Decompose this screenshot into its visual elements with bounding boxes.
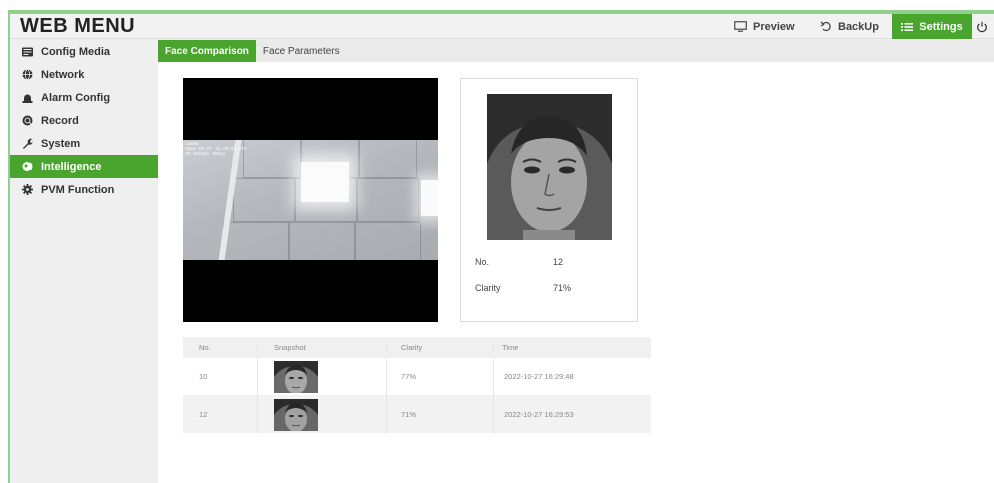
sidebar-item-label: Intelligence — [41, 160, 102, 173]
sidebar-item-pvm-function[interactable]: PVM Function — [10, 178, 158, 201]
sidebar-item-label: PVM Function — [41, 183, 115, 196]
capture-number-label: No. — [475, 257, 490, 267]
capture-clarity-value: 71% — [553, 283, 572, 293]
ceiling-tile — [355, 222, 421, 260]
tab-face-comparison[interactable]: Face Comparison — [158, 40, 256, 62]
row-clarity: 77% — [401, 372, 417, 381]
backup-label: BackUp — [838, 20, 879, 33]
sidebar-item-label: Alarm Config — [41, 91, 111, 104]
list-icon — [901, 22, 914, 31]
undo-icon — [820, 21, 831, 32]
row-number: 12 — [199, 410, 208, 419]
ceiling-tile — [357, 178, 419, 222]
power-button[interactable] — [976, 14, 994, 39]
config-media-icon — [22, 47, 33, 56]
column-header-clarity: Clarity — [401, 342, 423, 352]
app-title: WEB MENU — [20, 15, 136, 37]
row-time: 2022-10-27 16:29:48 — [493, 357, 651, 396]
table-header: No. Snapshot Clarity Time — [183, 337, 651, 357]
video-osd: Cam00 2022-10-27 16:29:51 Thr 70.93kbps … — [185, 142, 247, 157]
settings-label: Settings — [919, 20, 963, 33]
tab-face-parameters[interactable]: Face Parameters — [256, 40, 347, 62]
table-row[interactable]: 10 77% 2022-10-27 16:29:48 — [183, 357, 651, 396]
main-content: Face Comparison Face Parameters Cam00 20… — [158, 40, 994, 483]
column-header-time: Time — [493, 342, 651, 352]
osd-bitrate: 70.93kbps 30fps — [185, 152, 226, 157]
ceiling-light — [301, 162, 349, 202]
sidebar-item-alarm-config[interactable]: Alarm Config — [10, 86, 158, 109]
snapshot-thumbnail[interactable] — [274, 360, 318, 393]
capture-panel: No. 12 Clarity 71% — [460, 78, 638, 322]
ceiling-light — [421, 180, 438, 216]
gear-icon — [22, 184, 33, 195]
row-clarity: 71% — [401, 410, 417, 419]
sidebar-item-intelligence[interactable]: Intelligence — [10, 155, 158, 178]
record-icon — [22, 115, 33, 126]
camera-scene: Cam00 2022-10-27 16:29:51 Thr 70.93kbps … — [183, 140, 438, 260]
sidebar-item-record[interactable]: Record — [10, 109, 158, 132]
sidebar-item-network[interactable]: Network — [10, 63, 158, 86]
live-video-view: Cam00 2022-10-27 16:29:51 Thr 70.93kbps … — [183, 78, 438, 322]
ceiling-tile — [243, 140, 301, 178]
app-window: WEB MENU Preview BackUp Settings Config … — [8, 10, 994, 483]
network-icon — [22, 69, 33, 80]
ceiling-tile — [233, 178, 295, 222]
power-icon — [977, 21, 987, 32]
row-time: 2022-10-27 16:29:53 — [493, 395, 651, 434]
capture-clarity-row: Clarity 71% — [475, 283, 571, 293]
sidebar-item-label: System — [41, 137, 81, 150]
capture-clarity-label: Clarity — [475, 283, 501, 293]
column-header-no: No. — [199, 342, 211, 352]
preview-label: Preview — [753, 20, 795, 33]
sidebar-item-label: Network — [41, 68, 85, 81]
snapshot-thumbnail[interactable] — [274, 398, 318, 431]
preview-button[interactable]: Preview — [734, 14, 795, 39]
column-header-snapshot: Snapshot — [257, 342, 387, 352]
intelligence-icon — [22, 162, 33, 171]
sidebar-item-system[interactable]: System — [10, 132, 158, 155]
tab-bar: Face Comparison Face Parameters — [158, 40, 994, 62]
captured-face-image — [487, 94, 612, 240]
alarm-icon — [22, 94, 33, 103]
capture-number-row: No. 12 — [475, 257, 563, 267]
sidebar-item-label: Record — [41, 114, 79, 127]
ceiling-tile — [359, 140, 417, 178]
top-bar: WEB MENU Preview BackUp Settings — [10, 14, 994, 39]
sidebar-item-config-media[interactable]: Config Media — [10, 40, 158, 63]
backup-button[interactable]: BackUp — [820, 14, 879, 39]
results-table: No. Snapshot Clarity Time 10 77% 2022-10… — [183, 337, 651, 434]
ceiling-tile — [289, 222, 355, 260]
sidebar-item-label: Config Media — [41, 45, 111, 58]
capture-number-value: 12 — [553, 257, 564, 267]
ceiling-tile — [223, 222, 289, 260]
row-snapshot — [257, 357, 387, 396]
row-number: 10 — [199, 372, 208, 381]
monitor-icon — [734, 21, 747, 32]
row-snapshot — [257, 395, 387, 434]
settings-button[interactable]: Settings — [892, 14, 972, 39]
sidebar: Config Media Network Alarm Config Record… — [10, 40, 158, 483]
table-row[interactable]: 12 71% 2022-10-27 16:29:53 — [183, 395, 651, 434]
wrench-icon — [23, 138, 33, 149]
